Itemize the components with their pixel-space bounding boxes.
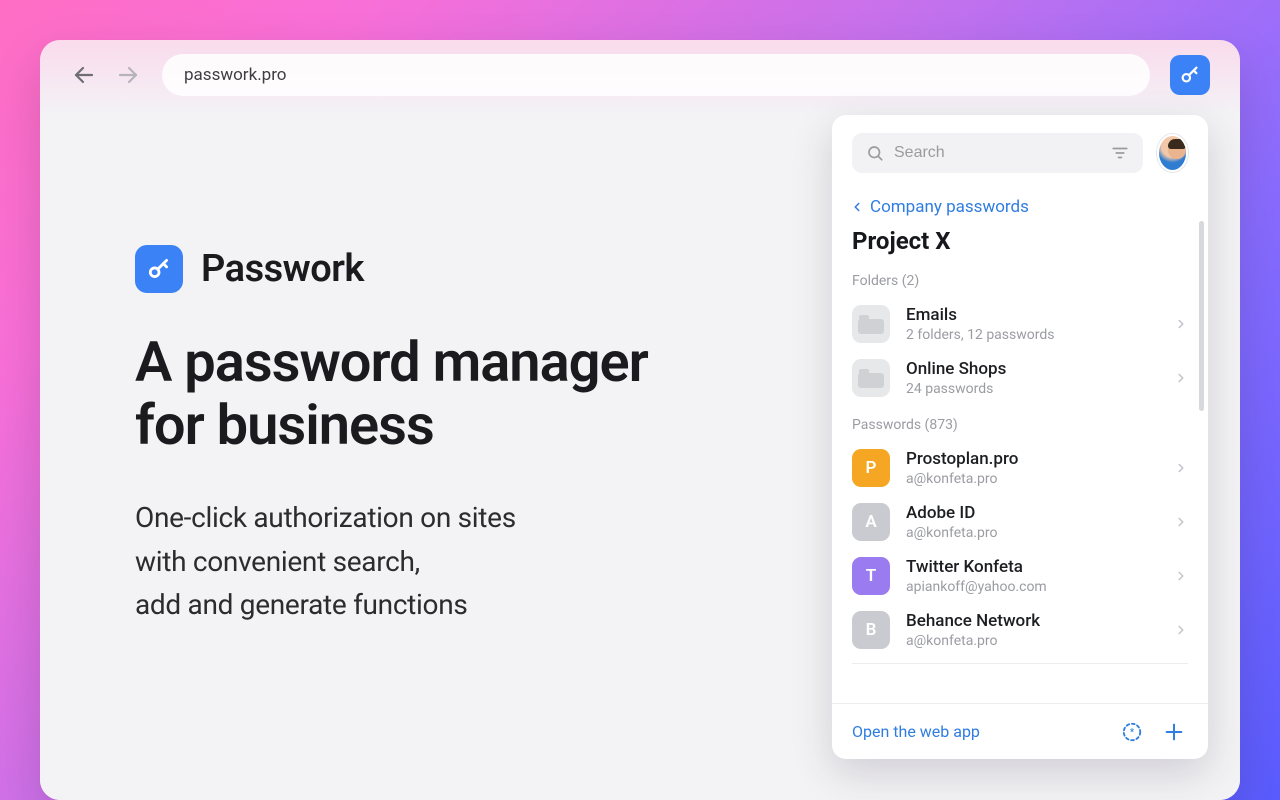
vault-title: Project X: [832, 227, 1208, 267]
add-button[interactable]: [1160, 718, 1188, 746]
password-badge: B: [852, 611, 890, 649]
item-name: Online Shops: [906, 359, 1158, 379]
brand-name: Passwork: [201, 247, 364, 291]
popup-header: [832, 115, 1208, 181]
item-detail: apiankoff@yahoo.com: [906, 579, 1158, 595]
plus-icon: [1163, 721, 1185, 743]
password-badge: P: [852, 449, 890, 487]
folders-section-label: Folders (2): [832, 267, 1208, 297]
chevron-right-icon: [1174, 569, 1188, 583]
folder-item[interactable]: Emails 2 folders, 12 passwords: [832, 297, 1208, 351]
chevron-right-icon: [1174, 317, 1188, 331]
popup-body: Company passwords Project X Folders (2) …: [832, 181, 1208, 703]
key-icon: [1179, 64, 1201, 86]
popup-footer: Open the web app *: [832, 703, 1208, 759]
chevron-right-icon: [1174, 515, 1188, 529]
badge-letter: B: [866, 620, 877, 640]
avatar[interactable]: [1157, 134, 1188, 172]
badge-letter: P: [866, 458, 877, 478]
item-meta: Twitter Konfeta apiankoff@yahoo.com: [906, 557, 1158, 595]
item-name: Prostoplan.pro: [906, 449, 1158, 469]
filter-icon: [1111, 144, 1129, 162]
extension-button[interactable]: [1170, 55, 1210, 95]
search-input[interactable]: [894, 144, 1101, 162]
item-detail: 24 passwords: [906, 381, 1158, 397]
item-name: Behance Network: [906, 611, 1158, 631]
browser-window: passwork.pro Passwork A password manager…: [40, 40, 1240, 800]
extension-popup: Company passwords Project X Folders (2) …: [832, 115, 1208, 759]
chevron-right-icon: [1174, 371, 1188, 385]
item-name: Emails: [906, 305, 1158, 325]
passwords-section-label: Passwords (873): [832, 405, 1208, 441]
nav-arrows: [70, 61, 142, 89]
url-text: passwork.pro: [184, 65, 287, 85]
url-bar[interactable]: passwork.pro: [162, 54, 1150, 96]
open-web-app-link[interactable]: Open the web app: [852, 722, 1104, 741]
folder-icon: [852, 359, 890, 397]
chevron-left-icon: [850, 200, 864, 214]
item-detail: 2 folders, 12 passwords: [906, 327, 1158, 343]
arrow-left-icon: [72, 63, 96, 87]
back-button[interactable]: [70, 61, 98, 89]
item-detail: a@konfeta.pro: [906, 471, 1158, 487]
search-icon: [866, 144, 884, 162]
filter-button[interactable]: [1111, 144, 1129, 162]
item-detail: a@konfeta.pro: [906, 633, 1158, 649]
generate-password-button[interactable]: *: [1118, 718, 1146, 746]
arrow-right-icon: [116, 63, 140, 87]
item-meta: Emails 2 folders, 12 passwords: [906, 305, 1158, 343]
item-meta: Adobe ID a@konfeta.pro: [906, 503, 1158, 541]
password-item[interactable]: T Twitter Konfeta apiankoff@yahoo.com: [832, 549, 1208, 603]
item-meta: Behance Network a@konfeta.pro: [906, 611, 1158, 649]
password-item[interactable]: P Prostoplan.pro a@konfeta.pro: [832, 441, 1208, 495]
chevron-right-icon: [1174, 623, 1188, 637]
breadcrumb-label: Company passwords: [870, 197, 1029, 217]
item-name: Adobe ID: [906, 503, 1158, 523]
folder-item[interactable]: Online Shops 24 passwords: [832, 351, 1208, 405]
key-icon: [146, 256, 172, 282]
breadcrumb[interactable]: Company passwords: [832, 191, 1208, 227]
folder-icon: [852, 305, 890, 343]
password-item[interactable]: A Adobe ID a@konfeta.pro: [832, 495, 1208, 549]
password-badge: T: [852, 557, 890, 595]
password-badge: A: [852, 503, 890, 541]
chevron-right-icon: [1174, 461, 1188, 475]
forward-button[interactable]: [114, 61, 142, 89]
password-item[interactable]: B Behance Network a@konfeta.pro: [832, 603, 1208, 657]
divider: [852, 663, 1188, 664]
item-detail: a@konfeta.pro: [906, 525, 1158, 541]
svg-text:*: *: [1130, 727, 1135, 738]
brand-logo: [135, 245, 183, 293]
item-meta: Online Shops 24 passwords: [906, 359, 1158, 397]
browser-toolbar: passwork.pro: [40, 40, 1240, 110]
item-meta: Prostoplan.pro a@konfeta.pro: [906, 449, 1158, 487]
badge-letter: A: [865, 512, 876, 532]
item-name: Twitter Konfeta: [906, 557, 1158, 577]
scrollbar-thumb[interactable]: [1199, 221, 1204, 411]
refresh-icon: *: [1121, 721, 1143, 743]
search-box[interactable]: [852, 133, 1143, 173]
badge-letter: T: [866, 566, 876, 586]
